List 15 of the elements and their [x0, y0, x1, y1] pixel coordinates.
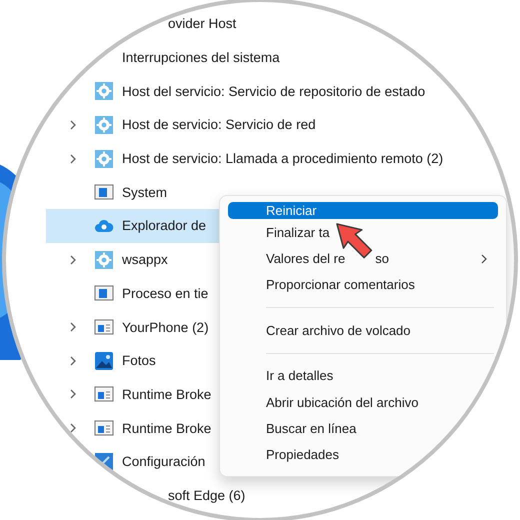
process-name: Configuración	[122, 454, 206, 470]
process-name: Runtime Broke	[122, 420, 212, 436]
process-name: Explorador de	[122, 218, 206, 234]
process-name: ovider Host	[168, 16, 236, 32]
process-name: Runtime Broke	[122, 386, 212, 402]
process-name: Host del servicio: Servicio de repositorio de estado	[122, 84, 426, 99]
process-name: Host de servicio: Servicio de red	[122, 117, 316, 132]
process-name: YourPhone (2)	[122, 320, 209, 335]
process-name: Host de servicio: Llamada a procedimiento remoto (2)	[122, 151, 444, 166]
process-name: wsappx	[122, 252, 168, 268]
process-name: Interrupciones del sistema	[122, 50, 280, 66]
process-name: Fotos	[122, 353, 156, 368]
process-name: Proceso en tie	[122, 286, 208, 301]
process-name: soft Edge (6)	[168, 488, 246, 503]
process-name: System	[122, 184, 168, 200]
